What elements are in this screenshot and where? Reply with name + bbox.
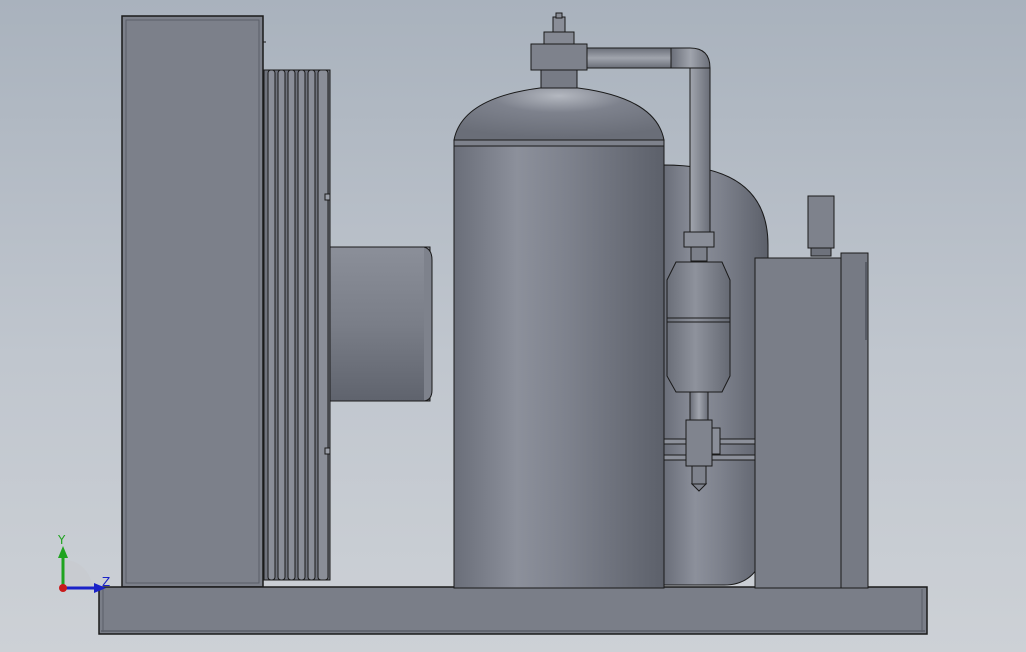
electrical-box (754, 195, 869, 589)
fan-fins (263, 69, 331, 581)
cad-viewport[interactable]: Y Z (0, 0, 1026, 652)
compressor-shell (453, 87, 665, 589)
base-plate (98, 586, 928, 635)
discharge-fitting (530, 12, 588, 89)
y-axis-label: Y (57, 533, 66, 547)
condenser-block (121, 15, 266, 588)
axis-triad: Y Z (57, 533, 110, 593)
z-axis-label: Z (102, 575, 110, 589)
fan-motor-hub (329, 246, 433, 402)
